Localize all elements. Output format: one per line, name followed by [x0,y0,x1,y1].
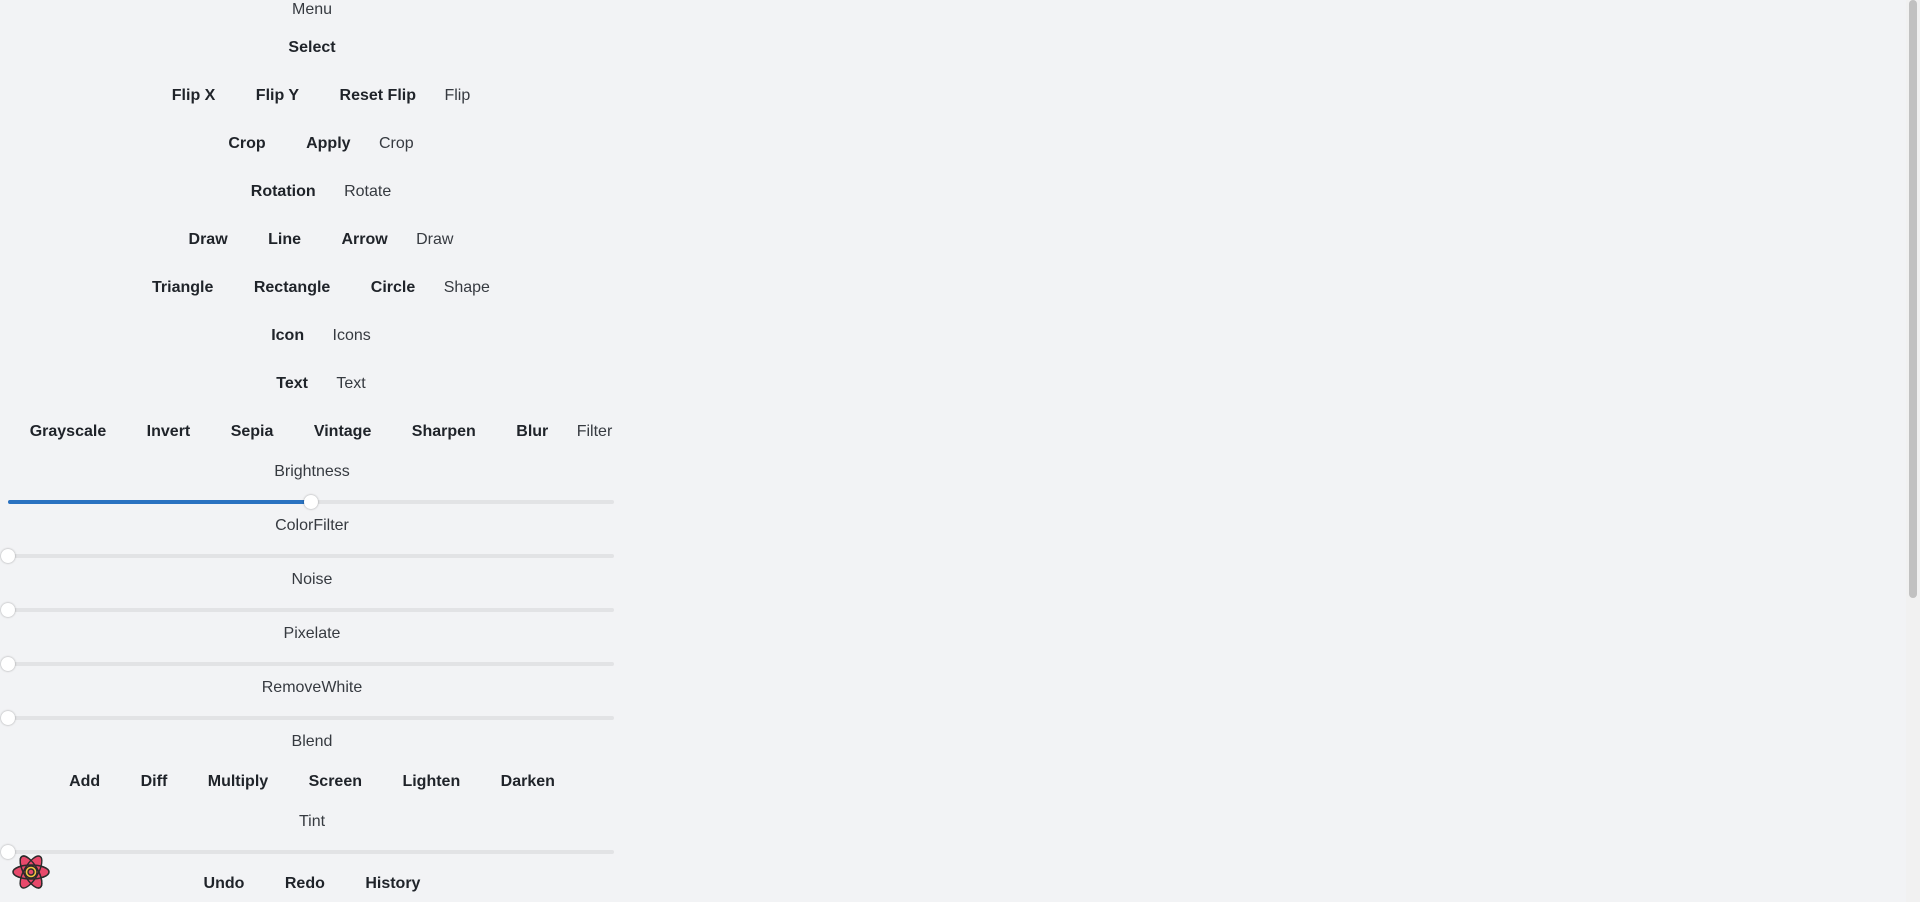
removewhite-label: RemoveWhite [261,679,363,696]
select-row: Select [0,38,624,58]
select-button[interactable]: Select [270,38,353,58]
flip-label: Flip [444,87,471,104]
menu-title: Menu [291,1,333,18]
slider-thumb[interactable] [304,495,318,509]
draw-row: Draw Line Arrow Draw [0,230,624,250]
line-button[interactable]: Line [250,230,319,250]
redo-button[interactable]: Redo [267,874,343,894]
sharpen-button[interactable]: Sharpen [394,422,494,442]
history-row: Undo Redo History [0,874,624,894]
text-button[interactable]: Text [258,374,326,394]
slider-thumb[interactable] [1,603,15,617]
vintage-button[interactable]: Vintage [296,422,390,442]
slider-thumb[interactable] [1,549,15,563]
shape-label: Shape [443,279,490,296]
crop-row: Crop Apply Crop [0,134,624,154]
blend-diff-button[interactable]: Diff [123,772,186,792]
scrollbar-thumb[interactable] [1909,0,1917,598]
arrow-button[interactable]: Arrow [323,230,405,250]
rotate-row: Rotation Rotate [0,182,624,202]
vertical-scrollbar[interactable] [1906,0,1920,902]
noise-slider[interactable] [1,603,614,617]
tint-slider[interactable] [1,845,614,859]
slider-thumb[interactable] [1,657,15,671]
tint-label: Tint [298,813,326,830]
flip-row: Flip X Flip Y Reset Flip Flip [0,86,624,106]
draw-label: Draw [416,231,454,248]
undo-button[interactable]: Undo [186,874,263,894]
crop-label: Crop [379,135,414,152]
apply-crop-button[interactable]: Apply [288,134,368,154]
slider-track [8,554,614,558]
icons-label: Icons [332,327,371,344]
slider-track [8,850,614,854]
sepia-button[interactable]: Sepia [213,422,292,442]
rotation-button[interactable]: Rotation [233,182,334,202]
circle-button[interactable]: Circle [353,278,433,298]
blend-label: Blend [291,733,333,750]
pixelate-slider[interactable] [1,657,614,671]
filter-label: Filter [576,423,613,440]
icon-button[interactable]: Icon [253,326,322,346]
blend-screen-button[interactable]: Screen [291,772,380,792]
invert-button[interactable]: Invert [129,422,209,442]
removewhite-slider[interactable] [1,711,614,725]
grayscale-button[interactable]: Grayscale [12,422,125,442]
slider-track [8,662,614,666]
colorfilter-label: ColorFilter [275,517,349,534]
filter-row: Grayscale Invert Sepia Vintage Sharpen B… [0,422,624,442]
blend-darken-button[interactable]: Darken [483,772,573,792]
rotate-label: Rotate [344,183,392,200]
icons-row: Icon Icons [0,326,624,346]
shape-row: Triangle Rectangle Circle Shape [0,278,624,298]
text-label: Text [336,375,366,392]
slider-fill [8,500,311,504]
slider-track [8,608,614,612]
brightness-label: Brightness [274,463,350,480]
blend-row: Add Diff Multiply Screen Lighten Darken [0,772,624,792]
blur-button[interactable]: Blur [498,422,566,442]
flip-y-button[interactable]: Flip Y [238,86,317,106]
blend-add-button[interactable]: Add [51,772,118,792]
colorfilter-slider[interactable] [1,549,614,563]
blend-lighten-button[interactable]: Lighten [384,772,478,792]
react-atom-logo-icon[interactable] [10,852,52,892]
rectangle-button[interactable]: Rectangle [236,278,348,298]
text-row: Text Text [0,374,624,394]
flip-x-button[interactable]: Flip X [154,86,234,106]
slider-track [8,716,614,720]
atom-svg [12,855,50,889]
triangle-button[interactable]: Triangle [134,278,231,298]
draw-button[interactable]: Draw [171,230,246,250]
pixelate-label: Pixelate [283,625,341,642]
slider-thumb[interactable] [1,711,15,725]
reset-flip-button[interactable]: Reset Flip [322,86,434,106]
crop-button[interactable]: Crop [210,134,283,154]
blend-multiply-button[interactable]: Multiply [190,772,286,792]
noise-label: Noise [291,571,333,588]
history-button[interactable]: History [347,874,438,894]
brightness-slider[interactable] [8,495,614,509]
